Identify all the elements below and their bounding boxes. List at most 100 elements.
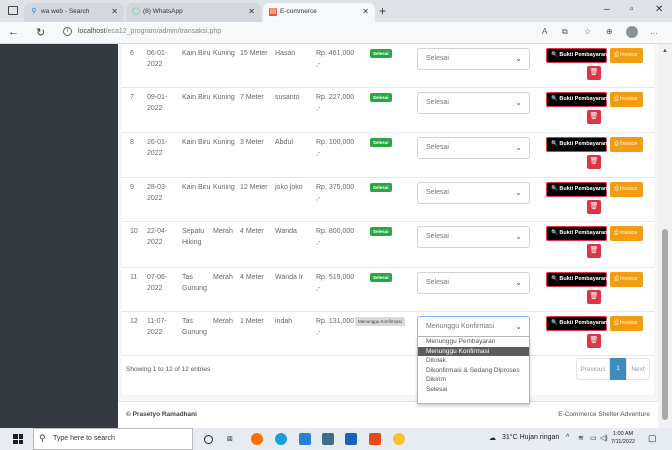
profile-avatar[interactable] bbox=[626, 26, 638, 38]
delete-button[interactable]: 🗑 bbox=[587, 110, 601, 124]
cortana-icon[interactable] bbox=[204, 435, 213, 444]
windows-start-icon[interactable] bbox=[13, 434, 23, 444]
mail-icon[interactable] bbox=[345, 433, 357, 445]
status-select[interactable]: Selesai ⌄ bbox=[417, 272, 530, 294]
invoice-button[interactable]: ⎙ Invoice bbox=[610, 48, 643, 63]
read-aloud-icon[interactable]: A bbox=[542, 27, 547, 36]
tray-expand-icon[interactable]: ^ bbox=[566, 434, 569, 441]
favorite-icon[interactable]: ☆ bbox=[584, 27, 591, 36]
search-icon: 🔍 bbox=[551, 141, 558, 147]
status-select[interactable]: Menunggu Konfirmasi ⌄ bbox=[417, 316, 530, 338]
store-icon[interactable] bbox=[299, 433, 311, 445]
main-content: 6 06-01-2022 Kain Biru Kuning 15 Meter Hasan R… bbox=[118, 44, 658, 428]
table-row: 10 22-04-2022 Sepatu Hiking Merah 4 Meter Wan… bbox=[118, 222, 658, 268]
trash-icon: 🗑 bbox=[589, 293, 599, 300]
payment-proof-button[interactable]: 🔍 Bukti Pembayaran bbox=[546, 226, 607, 241]
file-explorer-icon[interactable] bbox=[322, 433, 334, 445]
scrollbar-thumb[interactable] bbox=[662, 229, 668, 420]
payment-proof-button[interactable]: 🔍 Bukti Pembayaran bbox=[546, 92, 607, 107]
status-badge: Selesai bbox=[370, 273, 392, 282]
delete-button[interactable]: 🗑 bbox=[587, 200, 601, 214]
xampp-icon[interactable] bbox=[369, 433, 381, 445]
status-option[interactable]: Dikirim bbox=[418, 375, 529, 385]
back-icon[interactable]: ← bbox=[8, 26, 19, 38]
more-menu-icon[interactable]: … bbox=[650, 27, 658, 36]
payment-proof-button[interactable]: 🔍 Bukti Pembayaran bbox=[546, 316, 607, 331]
edge-icon[interactable] bbox=[275, 433, 287, 445]
weather-icon[interactable]: ☁ bbox=[489, 434, 496, 442]
customer-name: Hasan bbox=[275, 50, 296, 57]
row-number: 6 bbox=[130, 50, 134, 57]
product-size: 12 Meter bbox=[240, 184, 268, 191]
url-field[interactable]: localhost/eca12_program/admin/transaksi.… bbox=[78, 28, 221, 35]
status-option[interactable]: Dikonfirmasi & Sedang Diproses bbox=[418, 366, 529, 376]
payment-proof-button[interactable]: 🔍 Bukti Pembayaran bbox=[546, 137, 607, 152]
invoice-button[interactable]: ⎙ Invoice bbox=[610, 316, 643, 331]
status-select[interactable]: Selesai ⌄ bbox=[417, 92, 530, 114]
collections-icon[interactable]: ⊕ bbox=[606, 27, 613, 36]
network-icon[interactable]: ≋ bbox=[578, 434, 584, 442]
info-icon[interactable]: i bbox=[63, 27, 72, 36]
delete-button[interactable]: 🗑 bbox=[587, 155, 601, 169]
tab-whatsapp[interactable]: ◯ (8) WhatsApp ✕ bbox=[126, 3, 261, 22]
status-select[interactable]: Selesai ⌄ bbox=[417, 137, 530, 159]
chrome-icon[interactable] bbox=[393, 433, 405, 445]
status-select[interactable]: Selesai ⌄ bbox=[417, 48, 530, 70]
invoice-button[interactable]: ⎙ Invoice bbox=[610, 182, 643, 197]
customer-name: joko joko bbox=[275, 184, 303, 191]
product-size: 1 Meter bbox=[240, 318, 264, 325]
firefox-icon[interactable] bbox=[251, 433, 263, 445]
status-option[interactable]: Ditolak bbox=[418, 356, 529, 366]
payment-proof-button[interactable]: 🔍 Bukti Pembayaran bbox=[546, 48, 607, 63]
pagination-previous[interactable]: Previous bbox=[576, 358, 610, 380]
status-select-value: Selesai bbox=[426, 189, 449, 196]
restore-icon[interactable]: ▫ bbox=[630, 4, 634, 15]
tab-search[interactable]: ⚲ wa web - Search ✕ bbox=[24, 3, 124, 22]
scroll-up-icon[interactable]: ▲ bbox=[662, 48, 668, 54]
product-size: 15 Meter bbox=[240, 50, 268, 57]
pagination-page[interactable]: 1 bbox=[610, 358, 626, 380]
status-option[interactable]: Menunggu Konfirmasi bbox=[418, 346, 529, 357]
status-select[interactable]: Selesai ⌄ bbox=[417, 182, 530, 204]
pagination-next[interactable]: Next bbox=[626, 358, 650, 380]
minimize-icon[interactable]: – bbox=[604, 4, 610, 15]
status-option[interactable]: Menunggu Pembayaran bbox=[418, 337, 529, 347]
window-close-icon[interactable]: ✕ bbox=[655, 4, 663, 15]
invoice-button[interactable]: ⎙ Invoice bbox=[610, 137, 643, 152]
taskbar-search[interactable]: ⚲ Type here to search bbox=[33, 428, 193, 450]
close-icon[interactable]: ✕ bbox=[248, 7, 255, 16]
status-option[interactable]: Selesai bbox=[418, 385, 529, 395]
product-name: Kain Biru bbox=[182, 184, 211, 191]
table-row: 8 26-01-2022 Kain Biru Kuning 3 Meter Abdul Rp… bbox=[118, 133, 658, 178]
delete-button[interactable]: 🗑 bbox=[587, 244, 601, 258]
close-icon[interactable]: ✕ bbox=[362, 7, 369, 16]
delete-button[interactable]: 🗑 bbox=[587, 66, 601, 80]
tab-ecommerce[interactable]: ▤ E-commerce ✕ bbox=[263, 3, 375, 22]
notifications-icon[interactable]: ▢ bbox=[648, 433, 657, 444]
refresh-icon[interactable]: ↻ bbox=[36, 26, 45, 39]
invoice-button[interactable]: ⎙ Invoice bbox=[610, 272, 643, 287]
payment-proof-button[interactable]: 🔍 Bukti Pembayaran bbox=[546, 272, 607, 287]
status-select[interactable]: Selesai ⌄ bbox=[417, 226, 530, 248]
invoice-label: Invoice bbox=[619, 230, 638, 236]
row-number: 12 bbox=[130, 318, 138, 325]
tab-actions-icon[interactable] bbox=[8, 6, 18, 15]
print-icon: ⎙ bbox=[614, 320, 619, 326]
trash-icon: 🗑 bbox=[589, 337, 599, 344]
task-view-icon[interactable]: ⧈ bbox=[227, 433, 239, 445]
vertical-scrollbar[interactable]: ▲ bbox=[658, 44, 672, 428]
trash-icon: 🗑 bbox=[589, 247, 599, 254]
invoice-button[interactable]: ⎙ Invoice bbox=[610, 226, 643, 241]
close-icon[interactable]: ✕ bbox=[111, 7, 118, 16]
extensions-icon[interactable]: ⧉ bbox=[562, 27, 568, 37]
footer-copyright: © Prasetyo Ramadhani bbox=[126, 411, 197, 418]
weather-text[interactable]: 31°C Hujan ringan bbox=[502, 434, 559, 441]
delete-button[interactable]: 🗑 bbox=[587, 334, 601, 348]
delete-button[interactable]: 🗑 bbox=[587, 290, 601, 304]
clock[interactable]: 1:00 AM 7/11/2022 bbox=[611, 430, 635, 446]
payment-proof-button[interactable]: 🔍 Bukti Pembayaran bbox=[546, 182, 607, 197]
volume-icon[interactable]: ◁) bbox=[600, 434, 608, 442]
battery-icon[interactable]: ▭ bbox=[590, 434, 597, 442]
new-tab-icon[interactable]: + bbox=[379, 4, 386, 18]
invoice-button[interactable]: ⎙ Invoice bbox=[610, 92, 643, 107]
